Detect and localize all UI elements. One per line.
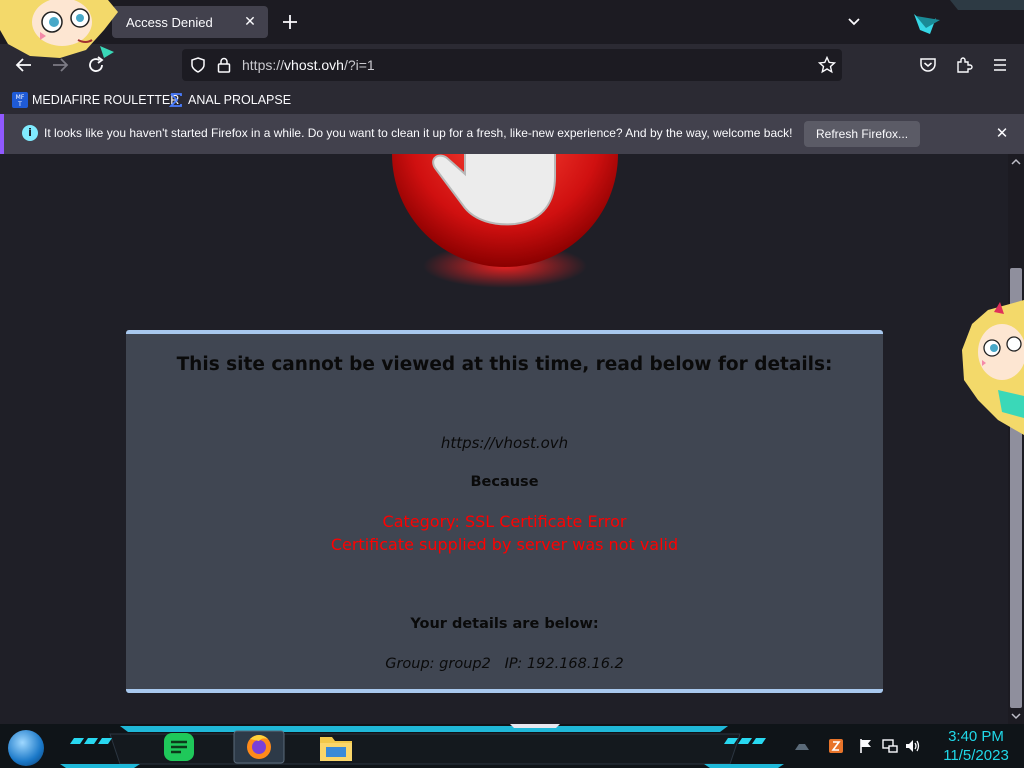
app-tray-icon[interactable] <box>828 738 844 754</box>
svg-text:MF: MF <box>16 94 25 101</box>
folder-icon <box>320 737 352 761</box>
tab-title: Access Denied <box>126 14 213 30</box>
blocked-url: https://vhost.ovh <box>440 434 569 452</box>
tab-strip: Access Denied ✕ <box>0 0 1024 44</box>
scroll-up-icon[interactable] <box>1011 158 1021 166</box>
bookmark-label: MEDIAFIRE ROULETTER <box>32 93 180 107</box>
address-bar[interactable]: https://vhost.ovh/?i=1 <box>182 49 842 81</box>
network-icon[interactable] <box>882 738 898 754</box>
star-bookmark-icon[interactable] <box>818 56 836 74</box>
your-details-label: Your details are below: <box>410 616 599 632</box>
url-domain: vhost.ovh <box>284 57 344 73</box>
mediafire-icon: MF T <box>12 92 28 108</box>
theme-art-icon <box>914 0 1024 34</box>
taskbar-file-explorer-app[interactable] <box>316 729 356 765</box>
extensions-button[interactable] <box>951 52 977 78</box>
error-heading: This site cannot be viewed at this time,… <box>176 354 833 375</box>
pocket-icon <box>920 58 936 72</box>
notes-app-icon <box>164 733 194 761</box>
error-category: Category: SSL Certificate Error <box>382 512 627 531</box>
show-hidden-icons-icon[interactable] <box>794 738 810 754</box>
start-button[interactable] <box>8 730 44 766</box>
pocket-button[interactable] <box>915 52 941 78</box>
error-detail: Certificate supplied by server was not v… <box>330 535 679 554</box>
firefox-icon <box>233 730 285 764</box>
error-panel: This site cannot be viewed at this time,… <box>126 330 883 693</box>
navigation-toolbar: https://vhost.ovh/?i=1 <box>0 44 1024 86</box>
tab-close-icon[interactable]: ✕ <box>242 14 258 30</box>
hamburger-menu-icon <box>994 59 1006 71</box>
url-prefix: https:// <box>242 57 285 73</box>
url-suffix: /?i=1 <box>343 57 375 73</box>
volume-icon[interactable] <box>905 738 921 754</box>
sigma-icon <box>168 93 182 107</box>
taskbar-notes-app[interactable] <box>160 729 200 765</box>
page-content: This site cannot be viewed at this time,… <box>0 154 1008 724</box>
notification-message: It looks like you haven't started Firefo… <box>44 126 793 140</box>
chevron-down-icon[interactable] <box>846 14 862 30</box>
bookmark-label: ANAL PROLAPSE <box>188 93 292 107</box>
tab-access-denied[interactable]: Access Denied ✕ <box>112 6 268 38</box>
shield-icon[interactable] <box>190 57 206 73</box>
stop-hand-icon <box>392 154 618 288</box>
taskbar: 3:40 PM 11/5/2023 <box>0 724 1024 768</box>
bookmark-mediafire-rouletter[interactable]: MF T MEDIAFIRE ROULETTER <box>12 90 179 110</box>
info-icon: i <box>22 125 38 141</box>
clock-time[interactable]: 3:40 PM <box>936 728 1016 745</box>
because-label: Because <box>470 474 539 490</box>
notification-close-icon[interactable]: ✕ <box>993 124 1011 142</box>
lock-icon[interactable] <box>217 57 231 73</box>
flag-icon[interactable] <box>858 738 874 754</box>
clock-date[interactable]: 11/5/2023 <box>936 747 1016 764</box>
bookmarks-toolbar: MF T MEDIAFIRE ROULETTER ANAL PROLAPSE <box>0 86 1024 114</box>
refresh-firefox-button[interactable]: Refresh Firefox... <box>804 121 921 147</box>
page-scrollbar[interactable] <box>1008 154 1024 724</box>
menu-button[interactable] <box>987 52 1013 78</box>
mascot-character-icon <box>0 0 118 58</box>
group-ip-info: Group: group2 IP: 192.168.16.2 <box>385 656 624 672</box>
url-text[interactable]: https://vhost.ovh/?i=1 <box>242 57 375 73</box>
refresh-firefox-notification: i It looks like you haven't started Fire… <box>0 114 1024 154</box>
taskbar-firefox-app[interactable] <box>232 729 286 765</box>
svg-text:T: T <box>17 101 22 108</box>
new-tab-icon[interactable] <box>280 12 300 32</box>
side-mascot-character-icon <box>962 300 1024 435</box>
bookmark-anal-prolapse[interactable]: ANAL PROLAPSE <box>168 90 291 110</box>
scroll-down-icon[interactable] <box>1011 712 1021 720</box>
puzzle-icon <box>957 57 973 73</box>
